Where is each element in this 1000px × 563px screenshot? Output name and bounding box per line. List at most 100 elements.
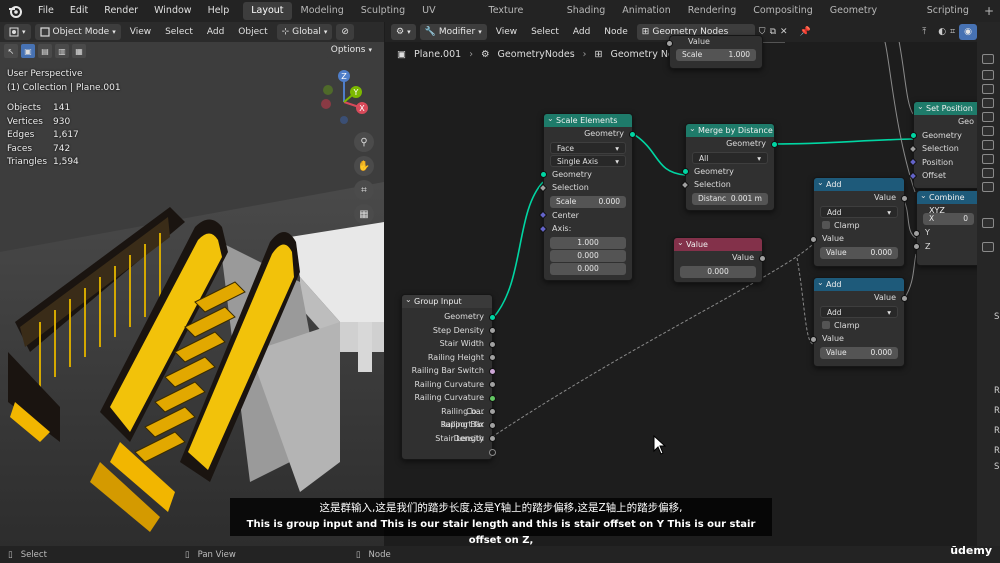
input-socket[interactable] [540,171,547,178]
camera-icon[interactable] [982,54,994,64]
node-header[interactable]: Set Position [914,100,977,115]
select-extend-mode-button[interactable]: ▤ [38,44,52,58]
node-math-add-1[interactable]: Add Value Add ▾ Clamp Value Value 0.000 [810,176,908,267]
camera-icon[interactable] [982,70,994,80]
value-field[interactable]: Value 0.000 [820,246,898,259]
menu-window[interactable]: Window [146,0,199,22]
value-field[interactable]: 0.000 [680,265,756,278]
snap-icon[interactable]: ⌗ [950,27,955,37]
select-tool-button[interactable]: ↖ [4,44,18,58]
camera-icon[interactable] [982,154,994,164]
tab-uv-editing[interactable]: UV Editing [414,2,479,34]
add-icon[interactable] [982,242,994,252]
tab-compositing[interactable]: Compositing [745,2,821,20]
menu-file[interactable]: File [30,0,62,22]
scale-field[interactable]: Scale 1.000 [676,49,756,61]
output-socket[interactable] [901,294,908,302]
output-socket[interactable] [489,448,496,456]
blender-logo-icon[interactable] [6,2,24,20]
tab-sculpting[interactable]: Sculpting [353,2,413,20]
gizmo-toggle-button[interactable]: ◉ [959,24,977,40]
pin-icon[interactable]: 📌 [800,27,811,37]
options-dropdown[interactable]: Options ▾ [324,42,378,58]
output-socket[interactable] [489,327,496,334]
clamp-checkbox[interactable]: Clamp [814,219,904,233]
pan-view-button[interactable]: ✋ [354,156,374,176]
node-header[interactable]: Merge by Distance [686,122,774,137]
node-menu-view[interactable]: View [491,27,522,37]
output-socket[interactable] [901,194,908,202]
select-intersect-mode-button[interactable]: ▦ [72,44,86,58]
output-socket[interactable] [489,381,496,388]
value-field[interactable]: Value 0.000 [820,346,898,359]
output-socket[interactable] [759,254,766,262]
merge-mode-dropdown[interactable]: All ▾ [692,151,768,164]
checkbox-box[interactable] [822,321,830,330]
input-socket[interactable] [666,39,673,47]
node-header[interactable]: Add [814,176,904,191]
tab-shading[interactable]: Shading [559,2,614,20]
tab-modeling[interactable]: Modeling [293,2,352,20]
menu-edit[interactable]: Edit [62,0,96,22]
scale-mode-dropdown[interactable]: Single Axis ▾ [550,154,626,167]
axis-z-field[interactable]: 0.000 [550,262,626,275]
object-mode-dropdown[interactable]: Object Mode ▾ [34,24,121,40]
context-dropdown[interactable]: 🔧 Modifier ▾ [419,24,487,40]
transform-orientation-dropdown[interactable]: ⊹ Global ▾ [276,24,333,40]
output-socket[interactable] [489,313,496,321]
close-icon[interactable]: ✕ [780,27,788,37]
camera-icon[interactable] [982,168,994,178]
input-socket[interactable] [910,132,917,139]
axis-y-field[interactable]: 0.000 [550,249,626,262]
output-socket[interactable] [489,394,496,402]
node-merge-by-distance[interactable]: Merge by Distance Geometry All ▾ Geometry… [680,122,778,211]
viewport-menu-select[interactable]: Select [160,27,198,37]
tab-layout[interactable]: Layout [243,2,292,20]
clamp-checkbox[interactable]: Clamp [814,319,904,333]
node-value[interactable]: Value Value 0.000 [673,236,766,283]
parent-node-tree-icon[interactable]: ⤒ [922,27,926,37]
node-header[interactable]: Add [814,276,904,291]
output-socket[interactable] [489,367,496,375]
node-header[interactable]: Group Input [402,293,492,308]
menu-help[interactable]: Help [200,0,238,22]
tab-rendering[interactable]: Rendering [680,2,745,20]
snap-toggle[interactable]: ⊘ [336,24,354,40]
select-box-mode-button[interactable]: ▣ [21,44,35,58]
node-set-position[interactable]: Set Position Geo Geometry Selection Posi… [908,100,977,189]
3d-viewport[interactable]: ▾ Object Mode ▾ View Select Add Object ⊹… [0,22,384,546]
navigation-gizmo[interactable]: Z X Y [316,68,372,124]
node-menu-node[interactable]: Node [599,27,633,37]
output-socket[interactable] [629,130,636,138]
camera-icon[interactable] [982,182,994,192]
node-header[interactable]: Combine XYZ [917,189,977,215]
output-socket[interactable] [489,408,496,415]
tab-geometry-nodes[interactable]: Geometry Nodes [822,2,918,34]
node-header[interactable]: Value [674,236,762,251]
zoom-view-button[interactable]: ⚲ [354,132,374,152]
tool-icon[interactable] [982,218,994,228]
geometry-node-editor[interactable]: ⚙ ▾ 🔧 Modifier ▾ View Select Add Node ⊞ … [385,22,977,546]
node-group-input[interactable]: Group Input Geometry Step Density Stair … [401,293,496,460]
axis-x-field[interactable]: 1.000 [550,236,626,249]
output-socket[interactable] [489,340,496,348]
node-editor-type-button[interactable]: ⚙ ▾ [391,24,416,40]
node-value-partial[interactable]: Value Scale 1.000 [666,35,763,69]
toggle-ortho-button[interactable]: ▦ [354,204,374,224]
output-socket[interactable] [489,421,496,429]
input-socket[interactable] [682,168,689,175]
select-subtract-mode-button[interactable]: ▥ [55,44,69,58]
input-socket[interactable] [913,229,920,237]
domain-dropdown[interactable]: Face ▾ [550,141,626,154]
tab-animation[interactable]: Animation [614,2,678,20]
camera-icon[interactable] [982,140,994,150]
output-socket[interactable] [489,435,496,442]
node-combine-xyz[interactable]: Combine XYZ X0 Y Z [913,189,977,266]
menu-render[interactable]: Render [96,0,146,22]
add-workspace-button[interactable]: + [978,4,1000,18]
viewport-menu-add[interactable]: Add [202,27,229,37]
scale-field[interactable]: Scale 0.000 [550,195,626,208]
overlay-toggle-icon[interactable]: ◐ [938,27,946,37]
tab-texture-paint[interactable]: Texture Paint [481,2,558,34]
tab-scripting[interactable]: Scripting [919,2,977,20]
